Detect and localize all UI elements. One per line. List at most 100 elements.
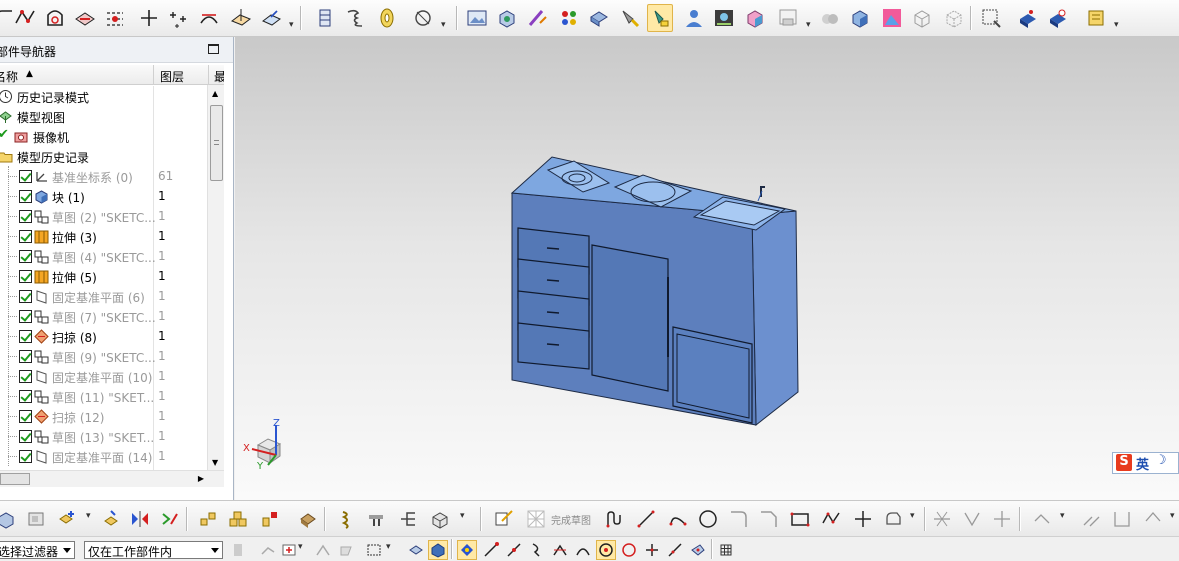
visibility-checkbox[interactable]: [19, 430, 32, 443]
zoom-window-icon[interactable]: [978, 4, 1004, 32]
endpoint-icon[interactable]: [481, 540, 501, 560]
geometric-constraint-icon[interactable]: [1110, 506, 1134, 532]
face-rule-icon[interactable]: [336, 540, 356, 560]
point-icon[interactable]: [851, 506, 875, 532]
arc-center-icon[interactable]: [573, 540, 593, 560]
tree-row[interactable]: 历史记录模式: [0, 86, 207, 106]
flow-tree-icon[interactable]: [396, 506, 420, 532]
point-filter-icon[interactable]: [279, 540, 299, 560]
quick-extend-icon[interactable]: [960, 506, 984, 532]
cabinet-model[interactable]: [235, 37, 1179, 500]
tree-row[interactable]: 固定基准平面 (10) 1: [0, 366, 207, 386]
shaded-cube-icon[interactable]: [847, 4, 873, 32]
move-component-icon[interactable]: [99, 506, 123, 532]
visibility-checkbox[interactable]: [19, 210, 32, 223]
tree-row[interactable]: 拉伸 (3) 1: [0, 226, 207, 246]
fillet-sketch-icon[interactable]: [727, 506, 751, 532]
intersection-point-icon[interactable]: [550, 540, 570, 560]
tree-row[interactable]: 草图 (7) "SKETC... 1: [0, 306, 207, 326]
spotlight-icon[interactable]: [617, 4, 643, 32]
helix-spring-icon[interactable]: [342, 4, 368, 32]
maximize-icon[interactable]: [208, 44, 219, 54]
sketch-icon[interactable]: [492, 506, 516, 532]
visibility-checkbox[interactable]: [19, 410, 32, 423]
circle-center-icon[interactable]: [596, 540, 616, 560]
visibility-checkbox[interactable]: [19, 270, 32, 283]
point-set-icon[interactable]: [166, 4, 192, 32]
visibility-checkbox[interactable]: [19, 190, 32, 203]
dropdown-arrow-icon[interactable]: ▾: [910, 511, 915, 521]
datum-csys-icon[interactable]: [258, 4, 284, 32]
constraints-icon[interactable]: [1080, 506, 1104, 532]
dropdown-arrow-icon[interactable]: ▾: [441, 20, 446, 30]
tree-row[interactable]: 草图 (11) "SKET... 1: [0, 386, 207, 406]
scroll-thumb[interactable]: [210, 105, 223, 181]
column-layer[interactable]: 图层: [160, 68, 184, 85]
datum-plane-icon[interactable]: [228, 4, 254, 32]
tree-row[interactable]: 草图 (4) "SKETC... 1: [0, 246, 207, 266]
cube-explode-icon[interactable]: [428, 506, 452, 532]
grid-icon[interactable]: [716, 540, 736, 560]
tree-row[interactable]: 拉伸 (5) 1: [0, 266, 207, 286]
dropdown-arrow-icon[interactable]: ▾: [86, 511, 91, 521]
ime-status-bar[interactable]: S 英 ☽: [1112, 452, 1179, 474]
tree-row[interactable]: 块 (1) 1: [0, 186, 207, 206]
column-divider[interactable]: [153, 65, 154, 85]
mirror-assembly-icon[interactable]: [128, 506, 152, 532]
h-scroll-thumb[interactable]: [0, 473, 30, 485]
curve-rule-icon[interactable]: [313, 540, 333, 560]
line-icon[interactable]: [634, 506, 658, 532]
scroll-up-icon[interactable]: ▲: [212, 89, 218, 98]
tree-row[interactable]: 模型历史记录: [0, 146, 207, 166]
point-icon[interactable]: [136, 4, 162, 32]
offset-sketch-icon[interactable]: [1030, 506, 1054, 532]
constraint-icon[interactable]: [158, 506, 182, 532]
tree-row[interactable]: 草图 (9) "SKETC... 1: [0, 346, 207, 366]
tools-icon[interactable]: [364, 506, 388, 532]
quadrant-point-icon[interactable]: [619, 540, 639, 560]
arc-icon[interactable]: [666, 506, 690, 532]
offset-curve-icon[interactable]: [882, 506, 906, 532]
visibility-checkbox[interactable]: [19, 290, 32, 303]
user-profile-icon[interactable]: [681, 4, 707, 32]
graphics-viewport[interactable]: Z X Y: [235, 37, 1179, 500]
cylinder-icon[interactable]: [312, 4, 338, 32]
studio-spline-icon[interactable]: [819, 506, 843, 532]
add-component-icon[interactable]: [55, 506, 79, 532]
texture-image-icon[interactable]: [879, 4, 905, 32]
tree-row[interactable]: 固定基准平面 (14) 1: [0, 446, 207, 466]
point-on-curve-icon[interactable]: [665, 540, 685, 560]
tree-row[interactable]: 固定基准平面 (6) 1: [0, 286, 207, 306]
vertical-scrollbar[interactable]: ▲ ▼: [207, 85, 224, 470]
auto-constrain-icon[interactable]: [1141, 506, 1165, 532]
component-icon[interactable]: [24, 506, 48, 532]
assembly-icon[interactable]: [0, 506, 18, 532]
dropdown-arrow-icon[interactable]: ▾: [1114, 20, 1119, 30]
project-curve-icon[interactable]: [72, 4, 98, 32]
visibility-checkbox[interactable]: [19, 370, 32, 383]
dropdown-arrow-icon[interactable]: ▾: [460, 511, 465, 521]
light-bulb-icon[interactable]: [647, 4, 673, 32]
wireframe-hidden-icon[interactable]: [941, 4, 967, 32]
sort-ascending-icon[interactable]: ▲: [26, 69, 33, 79]
rectangle-select-icon[interactable]: [364, 540, 384, 560]
shaded-select-icon[interactable]: [428, 540, 448, 560]
chamfer-icon[interactable]: [757, 506, 781, 532]
intersection-curve-icon[interactable]: [196, 4, 222, 32]
dropdown-arrow-icon[interactable]: ▾: [386, 542, 391, 552]
drawing-sheet-icon[interactable]: [1084, 4, 1110, 32]
rectangle-icon[interactable]: [788, 506, 812, 532]
make-corner-icon[interactable]: [990, 506, 1014, 532]
tree-row[interactable]: 草图 (13) "SKET... 1: [0, 426, 207, 446]
circle-icon[interactable]: [696, 506, 720, 532]
exploded-view-icon[interactable]: [196, 506, 220, 532]
scope-select[interactable]: 仅在工作部件内: [84, 541, 223, 559]
scene-photo-icon[interactable]: [711, 4, 737, 32]
tree-row[interactable]: 扫掠 (12) 1: [0, 406, 207, 426]
scroll-right-icon[interactable]: ▶: [198, 474, 204, 483]
display-sheet-icon[interactable]: [775, 4, 801, 32]
control-point-icon[interactable]: [527, 540, 547, 560]
finish-sketch-icon[interactable]: [524, 506, 548, 532]
visibility-checkbox[interactable]: [19, 450, 32, 463]
general-selection-icon[interactable]: [228, 540, 248, 560]
